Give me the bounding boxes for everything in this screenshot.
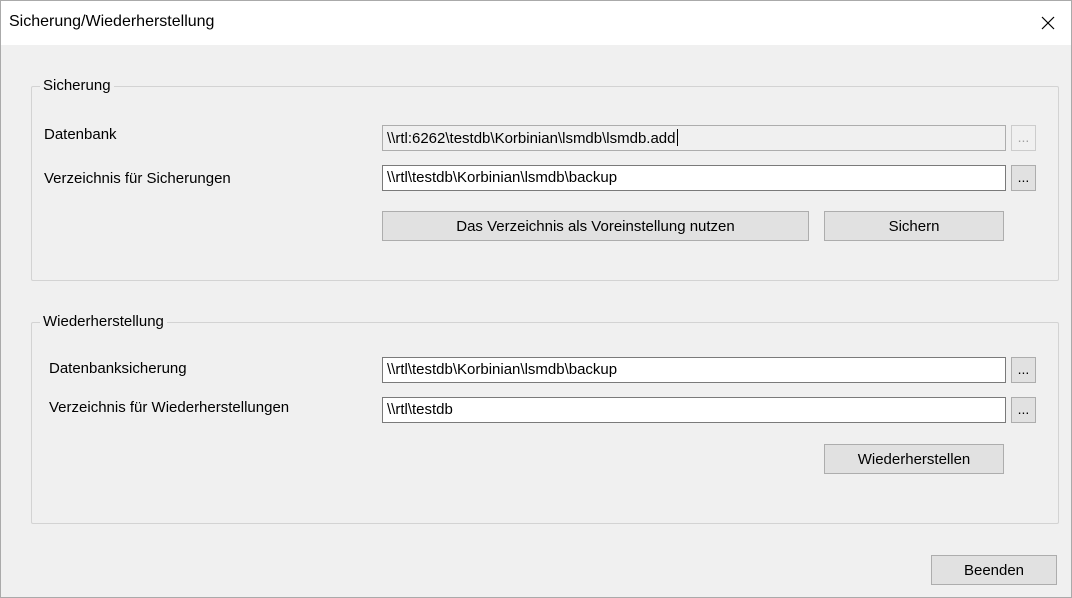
window-title: Sicherung/Wiederherstellung — [9, 13, 215, 30]
restore-directory-field[interactable]: \\rtl\testdb — [382, 397, 1006, 423]
close-icon — [1041, 16, 1055, 30]
backup-restore-dialog: Sicherung/Wiederherstellung Sicherung Da… — [0, 0, 1072, 598]
set-default-directory-button[interactable]: Das Verzeichnis als Voreinstellung nutze… — [382, 211, 809, 241]
database-value: \\rtl:6262\testdb\Korbinian\lsmdb\lsmdb.… — [387, 130, 676, 147]
backup-button[interactable]: Sichern — [824, 211, 1004, 241]
close-button[interactable] — [1025, 1, 1071, 45]
database-backup-browse-button[interactable]: ... — [1011, 357, 1036, 383]
database-browse-button[interactable]: ... — [1011, 125, 1036, 151]
exit-button[interactable]: Beenden — [931, 555, 1057, 585]
backup-directory-label: Verzeichnis für Sicherungen — [44, 170, 231, 187]
restore-button[interactable]: Wiederherstellen — [824, 444, 1004, 474]
text-caret — [676, 129, 678, 146]
database-backup-field[interactable]: \\rtl\testdb\Korbinian\lsmdb\backup — [382, 357, 1006, 383]
backup-directory-field[interactable]: \\rtl\testdb\Korbinian\lsmdb\backup — [382, 165, 1006, 191]
restore-group-legend: Wiederherstellung — [40, 313, 167, 331]
restore-directory-browse-button[interactable]: ... — [1011, 397, 1036, 423]
backup-directory-value: \\rtl\testdb\Korbinian\lsmdb\backup — [387, 169, 618, 186]
database-backup-value: \\rtl\testdb\Korbinian\lsmdb\backup — [387, 361, 618, 378]
restore-directory-value: \\rtl\testdb — [387, 401, 453, 418]
restore-group: Wiederherstellung — [31, 313, 1059, 524]
backup-directory-browse-button[interactable]: ... — [1011, 165, 1036, 191]
database-label: Datenbank — [44, 126, 117, 143]
database-backup-label: Datenbanksicherung — [49, 360, 187, 377]
restore-directory-label: Verzeichnis für Wiederherstellungen — [49, 399, 290, 416]
title-bar: Sicherung/Wiederherstellung — [1, 1, 1071, 45]
database-field[interactable]: \\rtl:6262\testdb\Korbinian\lsmdb\lsmdb.… — [382, 125, 1006, 151]
backup-group-legend: Sicherung — [40, 77, 114, 95]
